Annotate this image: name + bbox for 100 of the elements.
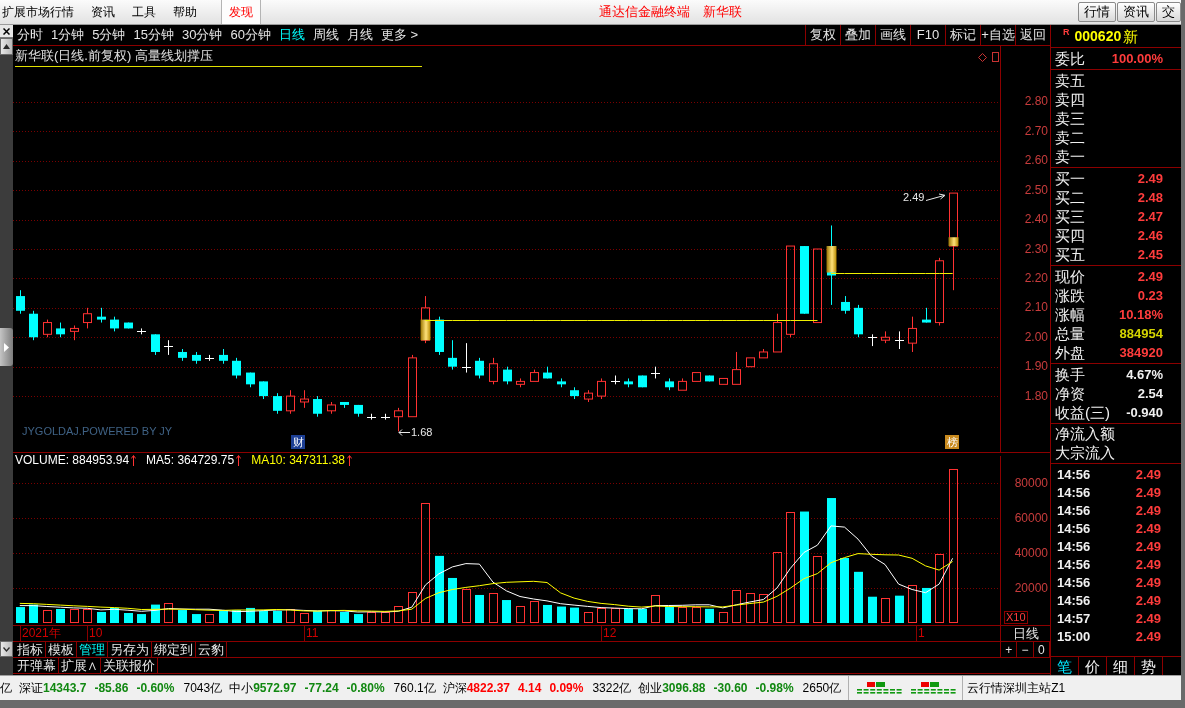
indicator-tab[interactable]: 模板 (46, 642, 77, 657)
scroll-down-button[interactable] (0, 641, 13, 657)
period-tab[interactable]: 1分钟 (51, 27, 85, 43)
down-chevron-icon (3, 646, 10, 652)
volume-bar (705, 608, 714, 623)
trade-price: 2.49 (1135, 503, 1161, 519)
scroll-up-button[interactable] (0, 38, 13, 55)
period-tab[interactable]: 周线 (312, 27, 339, 43)
volume-bar (232, 610, 241, 623)
volume-bar (381, 612, 390, 623)
low-price-label: 1.68 (411, 426, 433, 439)
nav-button[interactable]: 交 (1156, 2, 1181, 22)
toolbar-button[interactable]: F10 (910, 25, 945, 45)
zoom-button[interactable]: + (1001, 642, 1018, 657)
menu-item[interactable]: 资讯 (91, 3, 115, 21)
stock-name: 新 (1123, 27, 1139, 45)
volume-bar (448, 577, 457, 623)
extra-button[interactable]: 扩展∧ (59, 658, 101, 673)
trade-price: 2.49 (1135, 539, 1161, 555)
zoom-button[interactable]: − (1017, 642, 1034, 657)
menu-item[interactable]: 帮助 (173, 3, 197, 21)
field-label: 总量 (1055, 324, 1085, 343)
indicator-tab[interactable]: 管理 (77, 642, 108, 657)
date-axis-label: 12 (603, 626, 617, 641)
price-axis-label: 2.80 (1024, 95, 1048, 109)
toolbar-button[interactable]: 复权 (805, 25, 840, 45)
volume-bar (219, 610, 228, 623)
field-value: 4.67% (1126, 366, 1163, 383)
index-change: -77.24 (304, 680, 339, 697)
volume-bar (719, 612, 728, 623)
volume-bar (286, 609, 295, 623)
volume-bar (840, 558, 849, 623)
toolbar-button[interactable]: 标记 (945, 25, 980, 45)
candlestick (732, 351, 741, 385)
volume-bar (16, 607, 25, 623)
high-volume-marker (948, 237, 959, 247)
indicator-tab[interactable]: 云豹 (196, 642, 227, 657)
ask-label: 卖一 (1055, 147, 1085, 166)
period-tab[interactable]: 更多 > (380, 27, 419, 43)
field-label: 外盘 (1055, 343, 1085, 362)
indicator-tab[interactable]: 另存为 (108, 642, 152, 657)
period-tab[interactable]: 日线 (278, 27, 305, 43)
trade-time: 14:56 (1057, 467, 1091, 483)
extra-button[interactable]: 关联报价 (101, 658, 158, 673)
volume-bar (692, 607, 701, 623)
index-change: -30.60 (713, 680, 748, 697)
window-icon (992, 52, 999, 62)
volume-bar (151, 604, 160, 623)
high-price-label: 2.49 (903, 191, 925, 204)
menu-item[interactable]: 扩展市场行情 (2, 3, 74, 21)
period-tab[interactable]: 30分钟 (181, 27, 223, 43)
index-name: 深证 (19, 680, 43, 697)
volume-bar (70, 609, 79, 623)
menu-item[interactable]: 工具 (132, 3, 156, 21)
toolbar-button[interactable]: 返回 (1015, 25, 1050, 45)
code-prefix-label: R (1063, 27, 1070, 37)
date-axis-label: 10 (89, 626, 103, 641)
extra-button[interactable]: 开弹幕 (15, 658, 59, 673)
turnover-amount: 3322亿 (592, 680, 632, 697)
trade-time: 14:56 (1057, 485, 1091, 501)
trade-time: 14:56 (1057, 521, 1091, 537)
event-badge[interactable]: 财 (291, 435, 305, 449)
toolbar-button[interactable]: +自选 (980, 25, 1015, 45)
toolbar-button[interactable]: 叠加 (840, 25, 875, 45)
volume-bar (367, 612, 376, 623)
volume-bar (597, 608, 606, 623)
indicator-tab[interactable]: 指标 (15, 642, 46, 657)
period-tab[interactable]: 5分钟 (92, 27, 126, 43)
pointer-arrow-icon (926, 193, 947, 202)
candlestick (448, 339, 457, 371)
toolbar-button[interactable]: 画线 (875, 25, 910, 45)
close-button[interactable] (0, 25, 13, 38)
period-tab[interactable]: 15分钟 (133, 27, 174, 43)
bid-price: 2.45 (1137, 246, 1163, 263)
volume-bar (611, 608, 620, 623)
volume-bar (530, 601, 539, 623)
period-tab[interactable]: 分时 (17, 27, 43, 43)
candlestick (908, 316, 917, 353)
stock-name: 新华联 (703, 3, 742, 22)
index-value: 14343.7 (43, 680, 87, 697)
expand-tab[interactable] (0, 328, 13, 366)
price-axis-label: 2.10 (1024, 301, 1048, 315)
candlestick (232, 357, 241, 379)
zoom-button[interactable]: 0 (1033, 642, 1050, 657)
bid-label: 买四 (1055, 226, 1085, 245)
nav-button[interactable]: 资讯 (1117, 2, 1155, 22)
field-label: 委比 (1055, 49, 1085, 68)
turnover-amount: 760.1亿 (393, 680, 436, 697)
volume-bar (394, 606, 403, 623)
indicator-tab[interactable]: 绑定到 (152, 642, 196, 657)
volume-axis-label: 60000 (1014, 511, 1048, 524)
index-name: 沪深 (442, 680, 467, 697)
index-percent: 0.09% (549, 680, 584, 697)
volume-bar (29, 604, 38, 623)
volume-bar (340, 611, 349, 623)
index-value: 3096.88 (662, 680, 706, 697)
nav-button[interactable]: 行情 (1078, 2, 1116, 22)
period-tab[interactable]: 60分钟 (230, 27, 271, 43)
scale-label: X10 (1004, 611, 1028, 624)
period-tab[interactable]: 月线 (346, 27, 373, 43)
